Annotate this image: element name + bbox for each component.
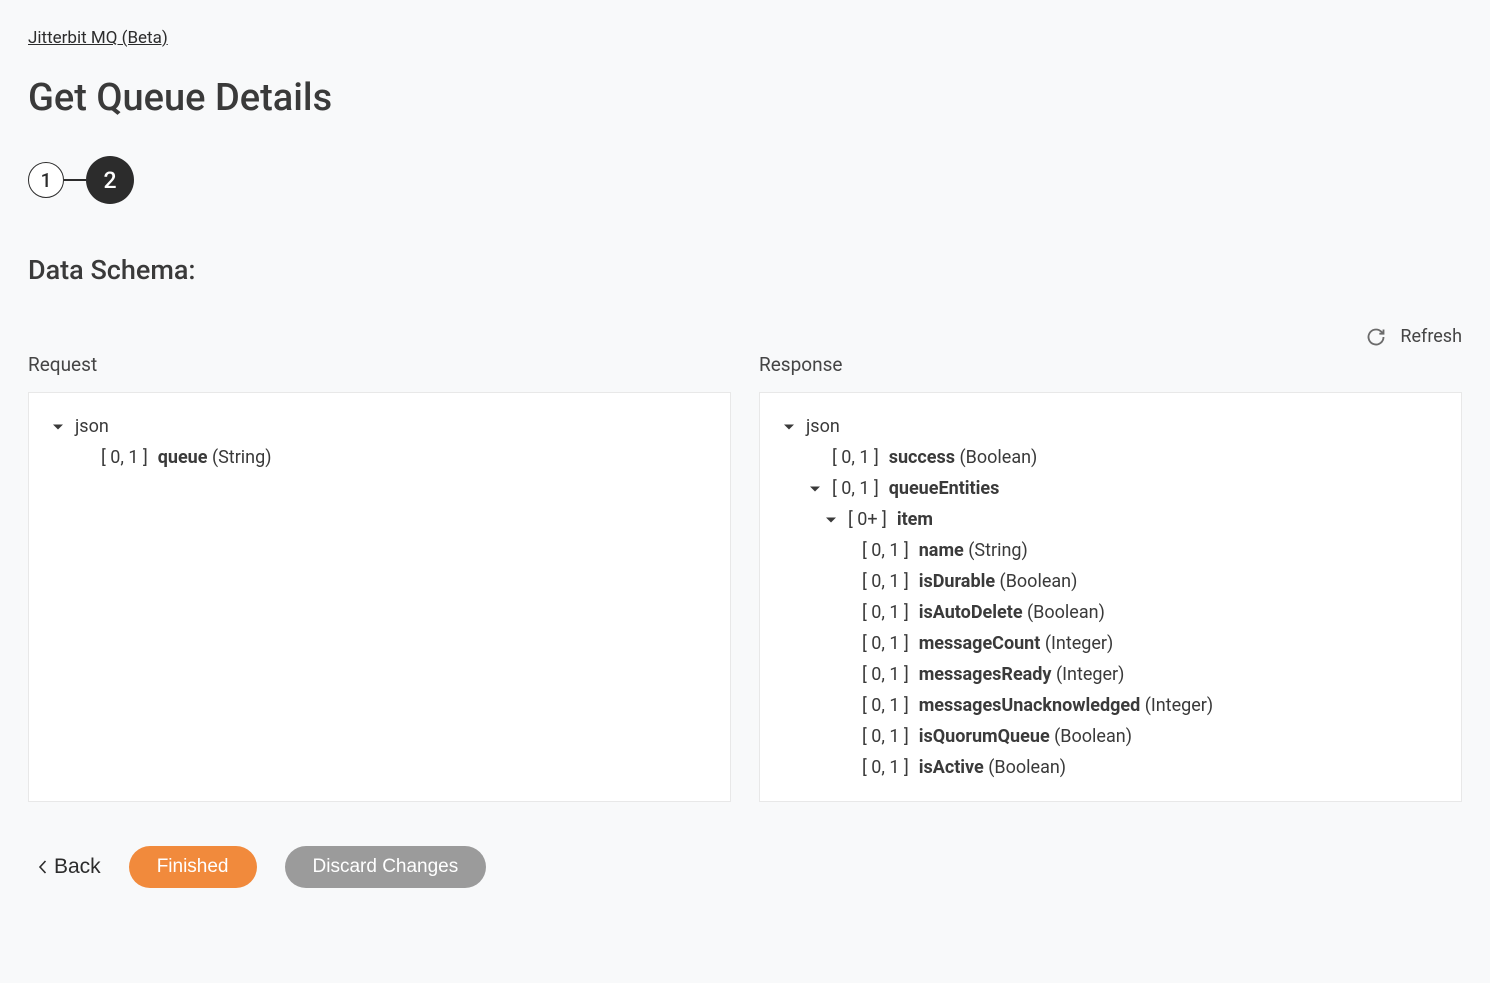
- tree-label: json: [75, 416, 109, 437]
- cardinality: [ 0+ ]: [848, 509, 887, 530]
- tree-row-json[interactable]: json: [782, 411, 1439, 442]
- response-panel: json [ 0, 1 ] success (Boolean) [ 0, 1 ]…: [759, 392, 1462, 802]
- cardinality: [ 0, 1 ]: [832, 478, 879, 499]
- footer-buttons: Back Finished Discard Changes: [28, 846, 1462, 888]
- field-name: success: [889, 447, 955, 468]
- field-name: name: [919, 540, 964, 561]
- step-2[interactable]: 2: [86, 156, 134, 204]
- field-type: (Integer): [1056, 664, 1124, 685]
- field-name: queue: [158, 447, 208, 468]
- tree-row-json[interactable]: json: [51, 411, 708, 442]
- field-type: (Boolean): [1054, 726, 1132, 747]
- step-1[interactable]: 1: [28, 162, 64, 198]
- back-button[interactable]: Back: [38, 855, 101, 879]
- field-name: isAutoDelete: [919, 602, 1023, 623]
- request-panel: json [ 0, 1 ] queue (String): [28, 392, 731, 802]
- refresh-button[interactable]: Refresh: [1400, 326, 1462, 347]
- field-name: messageCount: [919, 633, 1041, 654]
- tree-row-field[interactable]: [ 0, 1 ] messageCount (Integer): [782, 628, 1439, 659]
- page-title: Get Queue Details: [28, 76, 1462, 120]
- field-name: isDurable: [919, 571, 995, 592]
- request-column: Request json [ 0, 1 ] queue (String): [28, 353, 731, 802]
- tree-row-field[interactable]: [ 0, 1 ] isDurable (Boolean): [782, 566, 1439, 597]
- step-connector: [64, 179, 86, 181]
- field-type: (Integer): [1145, 695, 1213, 716]
- tree-row-item[interactable]: [ 0+ ] item: [782, 504, 1439, 535]
- cardinality: [ 0, 1 ]: [862, 633, 909, 654]
- chevron-down-icon[interactable]: [782, 420, 796, 434]
- cardinality: [ 0, 1 ]: [862, 664, 909, 685]
- field-name: isActive: [919, 757, 984, 778]
- cardinality: [ 0, 1 ]: [862, 540, 909, 561]
- tree-row-field[interactable]: [ 0, 1 ] isQuorumQueue (Boolean): [782, 721, 1439, 752]
- tree-row-field[interactable]: [ 0, 1 ] isAutoDelete (Boolean): [782, 597, 1439, 628]
- field-name: messagesUnacknowledged: [919, 695, 1141, 716]
- chevron-down-icon[interactable]: [808, 482, 822, 496]
- tree-row-field[interactable]: [ 0, 1 ] isActive (Boolean): [782, 752, 1439, 783]
- response-column: Response json [ 0, 1 ] success (Boolean): [759, 353, 1462, 802]
- cardinality: [ 0, 1 ]: [862, 602, 909, 623]
- cardinality: [ 0, 1 ]: [101, 447, 148, 468]
- chevron-down-icon[interactable]: [51, 420, 65, 434]
- field-type: (Boolean): [1000, 571, 1078, 592]
- finished-button[interactable]: Finished: [129, 846, 257, 888]
- refresh-icon[interactable]: [1366, 327, 1386, 347]
- tree-row-success[interactable]: [ 0, 1 ] success (Boolean): [782, 442, 1439, 473]
- tree-row-queue[interactable]: [ 0, 1 ] queue (String): [51, 442, 708, 473]
- chevron-down-icon[interactable]: [824, 513, 838, 527]
- discard-button[interactable]: Discard Changes: [285, 846, 487, 888]
- field-type: (String): [968, 540, 1028, 561]
- field-type: (Boolean): [988, 757, 1066, 778]
- stepper: 1 2: [28, 156, 1462, 204]
- field-type: (Boolean): [1027, 602, 1105, 623]
- tree-label: json: [806, 416, 840, 437]
- section-title: Data Schema:: [28, 254, 1462, 286]
- chevron-left-icon: [38, 860, 48, 874]
- field-name: queueEntities: [889, 478, 1000, 499]
- field-name: item: [897, 509, 933, 530]
- field-name: messagesReady: [919, 664, 1052, 685]
- request-label: Request: [28, 353, 731, 376]
- field-type: (Integer): [1045, 633, 1113, 654]
- response-label: Response: [759, 353, 1462, 376]
- cardinality: [ 0, 1 ]: [832, 447, 879, 468]
- breadcrumb[interactable]: Jitterbit MQ (Beta): [28, 28, 168, 48]
- field-type: (Boolean): [959, 447, 1037, 468]
- tree-row-field[interactable]: [ 0, 1 ] messagesUnacknowledged (Integer…: [782, 690, 1439, 721]
- cardinality: [ 0, 1 ]: [862, 695, 909, 716]
- cardinality: [ 0, 1 ]: [862, 726, 909, 747]
- cardinality: [ 0, 1 ]: [862, 757, 909, 778]
- tree-row-queue-entities[interactable]: [ 0, 1 ] queueEntities: [782, 473, 1439, 504]
- tree-row-field[interactable]: [ 0, 1 ] messagesReady (Integer): [782, 659, 1439, 690]
- cardinality: [ 0, 1 ]: [862, 571, 909, 592]
- back-label: Back: [54, 855, 101, 879]
- field-type: (String): [212, 447, 272, 468]
- field-name: isQuorumQueue: [919, 726, 1050, 747]
- tree-row-field[interactable]: [ 0, 1 ] name (String): [782, 535, 1439, 566]
